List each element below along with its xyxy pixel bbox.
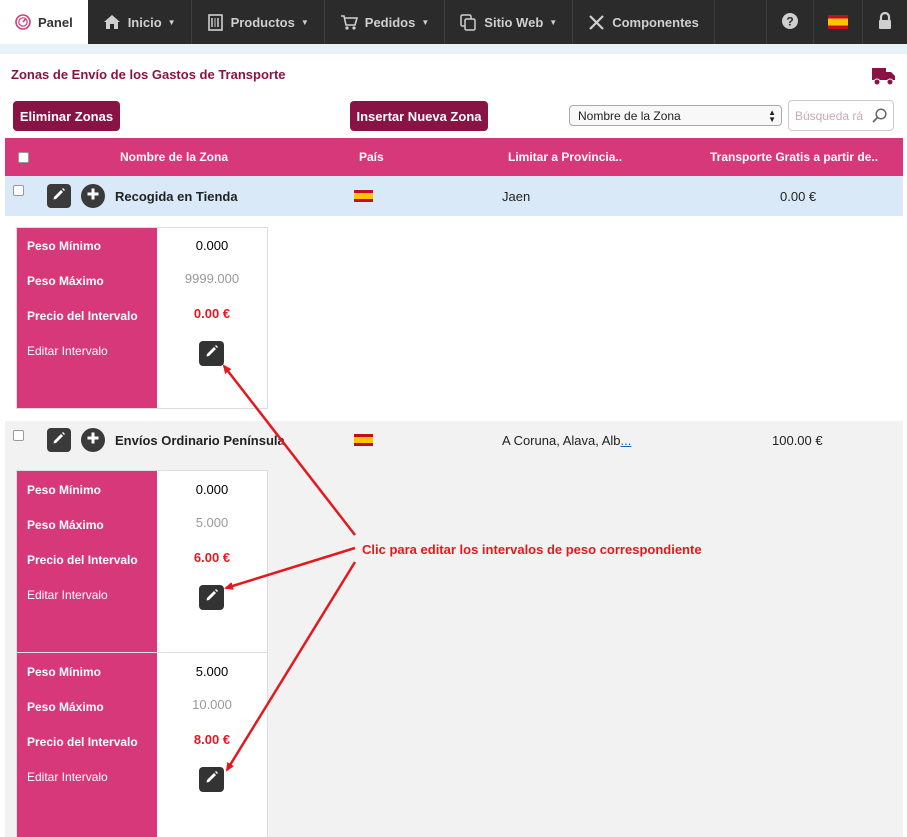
annotation-arrows bbox=[222, 364, 357, 772]
arrow-to-interval-3 bbox=[225, 561, 357, 772]
arrow-to-interval-1 bbox=[222, 364, 356, 536]
annotation-text: Clic para editar los intervalos de peso … bbox=[362, 542, 702, 557]
arrow-to-interval-2 bbox=[224, 546, 356, 590]
